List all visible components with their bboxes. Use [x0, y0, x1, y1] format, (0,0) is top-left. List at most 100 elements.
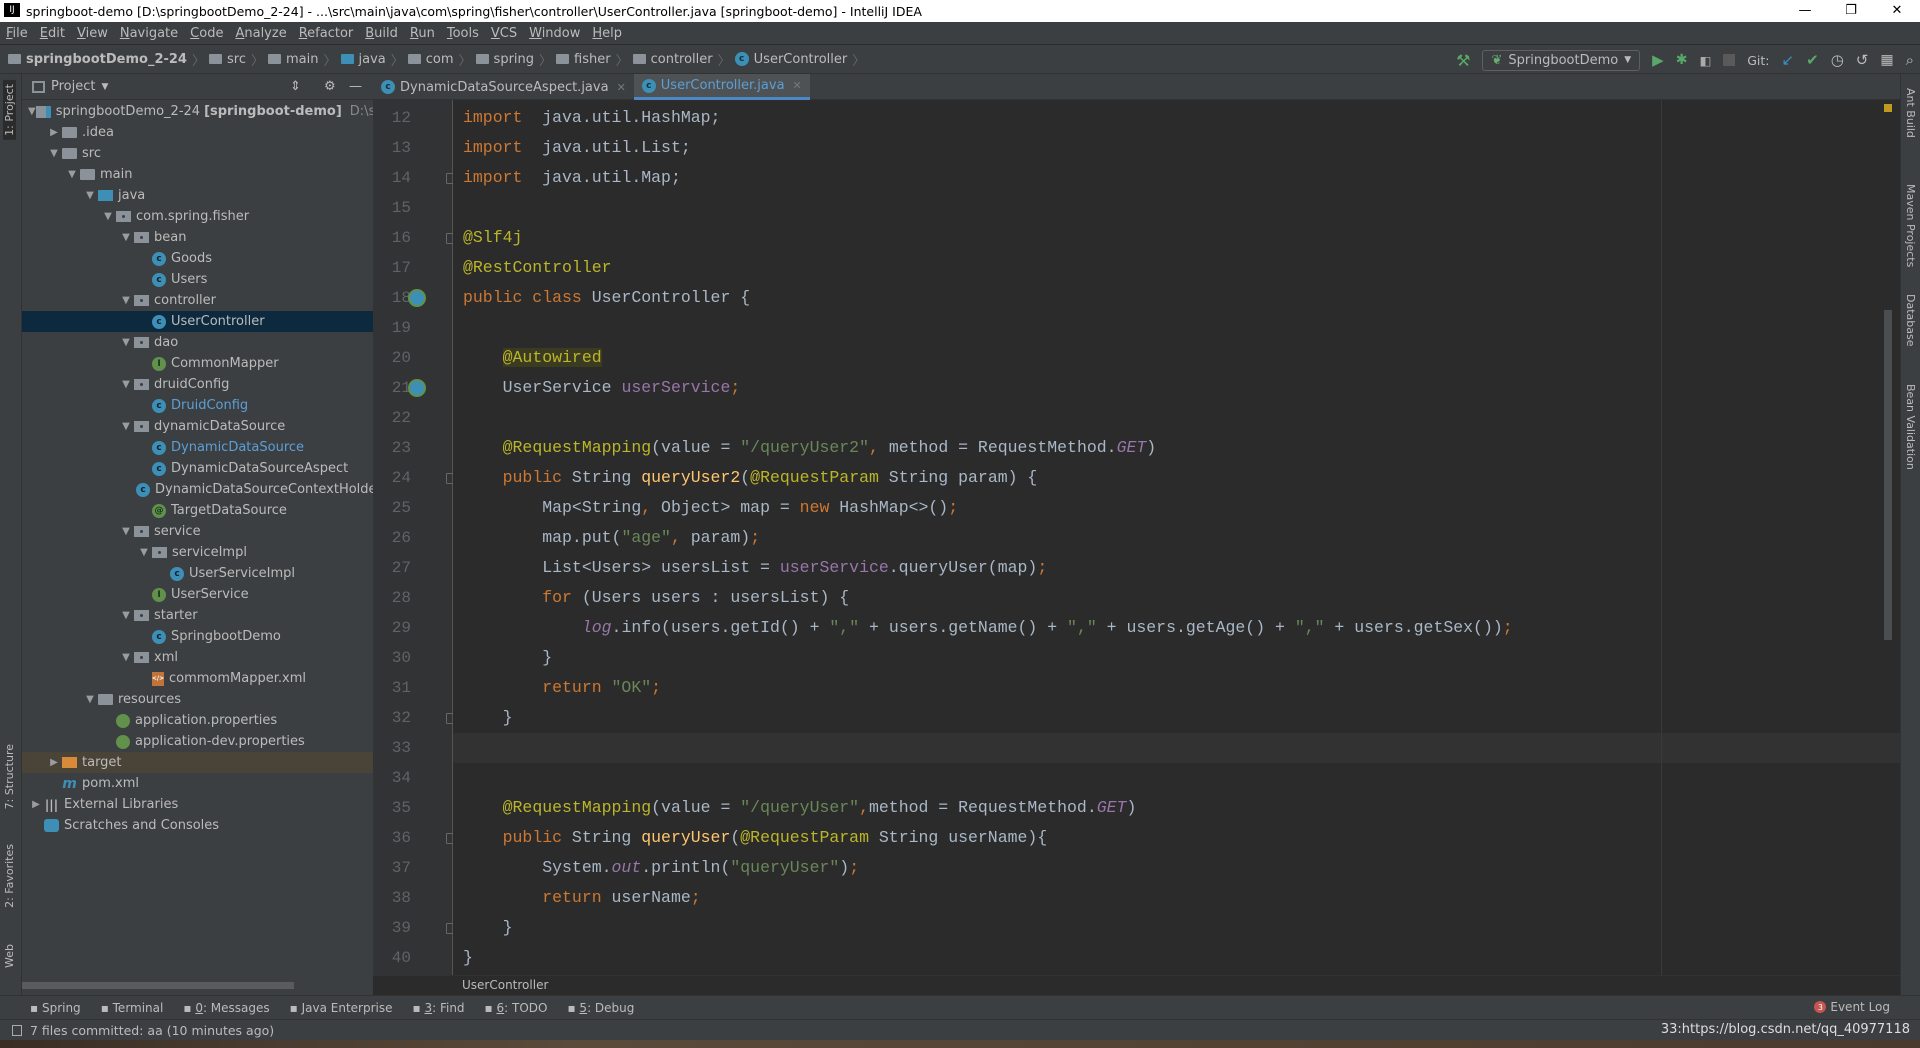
menu-refactor[interactable]: Refactor	[299, 26, 354, 41]
inspection-status-icon[interactable]	[1884, 104, 1892, 112]
tree-item[interactable]: ▼ dao	[22, 332, 373, 353]
tree-item[interactable]: </> commomMapper.xml	[22, 668, 373, 689]
tab-structure-tool[interactable]: 7: Structure	[3, 744, 16, 809]
menu-window[interactable]: Window	[529, 26, 580, 41]
tree-item[interactable]: ▼ src	[22, 143, 373, 164]
tree-item[interactable]: ▶ target	[22, 752, 373, 773]
collapse-arrow-icon[interactable]: ▶	[46, 127, 62, 138]
tree-item[interactable]: ▼ java	[22, 185, 373, 206]
git-revert-icon[interactable]: ↺	[1856, 51, 1869, 69]
menu-edit[interactable]: Edit	[40, 26, 65, 41]
tree-item[interactable]: ▼ springbootDemo_2-24 [springboot-demo] D:\…	[22, 101, 373, 122]
tree-item[interactable]: ▼ main	[22, 164, 373, 185]
tab-usercontroller-java[interactable]: c UserController.java ✕	[633, 74, 810, 100]
expand-arrow-icon[interactable]: ▼	[118, 610, 134, 621]
tree-item[interactable]: ▼ dynamicDataSource	[22, 416, 373, 437]
breadcrumb-item[interactable]: springbootDemo_2-24 〉	[8, 50, 205, 69]
expand-arrow-icon[interactable]: ▼	[118, 337, 134, 348]
tree-item[interactable]: I UserService	[22, 584, 373, 605]
tree-item[interactable]: @ TargetDataSource	[22, 500, 373, 521]
tree-item[interactable]: ▼ controller	[22, 290, 373, 311]
expand-arrow-icon[interactable]: ▼	[136, 547, 152, 558]
build-hammer-icon[interactable]: ⚒	[1456, 51, 1470, 70]
tab-favorites-tool[interactable]: 2: Favorites	[3, 844, 16, 908]
collapse-arrow-icon[interactable]: ▶	[46, 757, 62, 768]
tool-window-spring[interactable]: ▪ Spring	[30, 1001, 81, 1015]
expand-arrow-icon[interactable]: ▼	[118, 232, 134, 243]
expand-arrow-icon[interactable]: ▼	[118, 421, 134, 432]
status-icon[interactable]	[12, 1024, 22, 1036]
breadcrumb-item[interactable]: src 〉	[209, 50, 264, 69]
expand-arrow-icon[interactable]: ▼	[82, 694, 98, 705]
minimize-button[interactable]: —	[1782, 0, 1828, 22]
breadcrumb-item[interactable]: c UserController 〉	[734, 50, 865, 69]
code-editor[interactable]: import java.util.HashMap; import java.uti…	[453, 100, 1900, 975]
tree-item[interactable]: ▶ ||| External Libraries	[22, 794, 373, 815]
project-view-select[interactable]: Project	[51, 79, 95, 94]
tree-item[interactable]: c DynamicDataSourceContextHolder	[22, 479, 373, 500]
editor-scrollbar[interactable]	[1884, 310, 1892, 640]
tree-item[interactable]: ▶ .idea	[22, 122, 373, 143]
tab-ant-build[interactable]: Ant Build	[1904, 88, 1917, 138]
tool-window-todo[interactable]: ▪ 6: TODO	[485, 1001, 548, 1015]
tree-item[interactable]: c DynamicDataSource	[22, 437, 373, 458]
tree-item[interactable]: ▼ druidConfig	[22, 374, 373, 395]
git-history-icon[interactable]: ◷	[1831, 51, 1844, 69]
tree-item[interactable]: application.properties	[22, 710, 373, 731]
menu-analyze[interactable]: Analyze	[235, 26, 286, 41]
tree-item[interactable]: c UserServiceImpl	[22, 563, 373, 584]
expand-arrow-icon[interactable]: ▼	[100, 211, 116, 222]
expand-arrow-icon[interactable]: ▼	[82, 190, 98, 201]
menu-tools[interactable]: Tools	[447, 26, 479, 41]
stop-icon[interactable]	[1723, 54, 1736, 66]
collapse-all-icon[interactable]: ⇕	[290, 79, 301, 94]
breadcrumb-item[interactable]: spring 〉	[475, 50, 552, 69]
expand-arrow-icon[interactable]: ▼	[118, 652, 134, 663]
close-tab-icon[interactable]: ✕	[617, 81, 626, 94]
close-button[interactable]: ✕	[1874, 0, 1920, 22]
tree-item[interactable]: ▼ serviceImpl	[22, 542, 373, 563]
tab-dynamicdatasourceaspect-java[interactable]: c DynamicDataSourceAspect.java ✕	[373, 74, 634, 100]
chevron-down-icon[interactable]: ▼	[101, 82, 108, 92]
event-log-button[interactable]: 3 Event Log	[1814, 1000, 1890, 1014]
breadcrumb-item[interactable]: controller 〉	[632, 50, 731, 69]
expand-arrow-icon[interactable]: ▼	[118, 526, 134, 537]
menu-help[interactable]: Help	[592, 26, 622, 41]
tree-item[interactable]: Scratches and Consoles	[22, 815, 373, 836]
tree-item[interactable]: c Goods	[22, 248, 373, 269]
tree-item[interactable]: m pom.xml	[22, 773, 373, 794]
tab-database[interactable]: Database	[1904, 294, 1917, 347]
breadcrumb-item[interactable]: com 〉	[407, 50, 472, 69]
tool-window-messages[interactable]: ▪ 0: Messages	[183, 1001, 269, 1015]
run-configuration-select[interactable]: ❦ SpringbootDemo ▼	[1482, 49, 1641, 71]
tab-maven-projects[interactable]: Maven Projects	[1904, 184, 1917, 267]
run-icon[interactable]: ▶	[1652, 51, 1664, 69]
coverage-icon[interactable]: ◧	[1699, 53, 1711, 68]
project-structure-icon[interactable]: ▦	[1880, 52, 1893, 68]
tool-window-debug[interactable]: ▪ 5: Debug	[567, 1001, 634, 1015]
tree-item[interactable]: application-dev.properties	[22, 731, 373, 752]
menu-code[interactable]: Code	[190, 26, 223, 41]
tab-web-tool[interactable]: Web	[3, 944, 16, 968]
tree-item[interactable]: ▼ service	[22, 521, 373, 542]
maximize-button[interactable]: ❐	[1828, 0, 1874, 22]
git-commit-icon[interactable]: ✔	[1806, 51, 1819, 69]
menu-build[interactable]: Build	[365, 26, 398, 41]
expand-arrow-icon[interactable]: ▼	[64, 169, 80, 180]
menu-run[interactable]: Run	[410, 26, 435, 41]
gear-icon[interactable]: ⚙	[324, 79, 336, 94]
tree-item[interactable]: c SpringbootDemo	[22, 626, 373, 647]
tree-item[interactable]: ▼ xml	[22, 647, 373, 668]
expand-arrow-icon[interactable]: ▼	[46, 148, 62, 159]
status-position[interactable]: 33:https://blog.csdn.net/qq_40977118	[1661, 1022, 1910, 1037]
debug-icon[interactable]: ✱	[1676, 52, 1688, 68]
tree-item[interactable]: ▼ com.spring.fisher	[22, 206, 373, 227]
tree-item[interactable]: ▼ starter	[22, 605, 373, 626]
git-update-icon[interactable]: ↙	[1782, 51, 1795, 69]
tree-item[interactable]: c DynamicDataSourceAspect	[22, 458, 373, 479]
tool-window-find[interactable]: ▪ 3: Find	[413, 1001, 465, 1015]
tree-item[interactable]: c UserController	[22, 311, 373, 332]
autowired-navigate-icon[interactable]	[408, 379, 426, 397]
collapse-arrow-icon[interactable]: ▶	[28, 799, 44, 810]
tab-project-tool[interactable]: 1: Project	[3, 80, 16, 140]
